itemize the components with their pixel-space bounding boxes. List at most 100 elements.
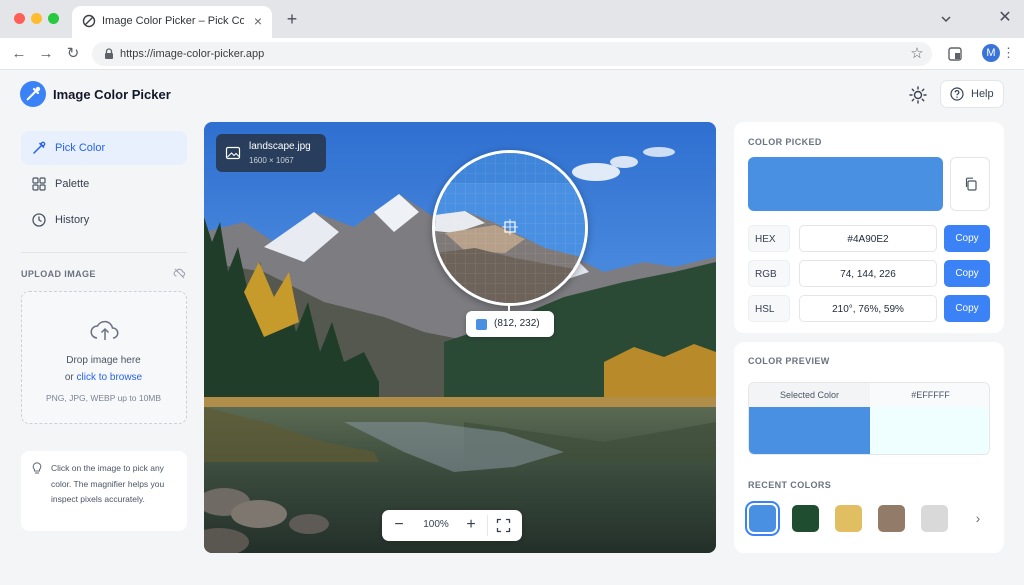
file-info-badge: landscape.jpg 1600 × 1067 [216, 134, 326, 172]
color-picked-card: COLOR PICKED HEX #4A90E2 Copy RGB 74, 14… [734, 122, 1004, 333]
extension-icon[interactable] [946, 45, 964, 63]
app-header: Image Color Picker Help [0, 70, 1024, 120]
browser-menu-icon[interactable]: ⋮ [1002, 44, 1015, 62]
hsl-row: HSL 210°, 76%, 59% Copy [748, 295, 992, 322]
sidebar-item-palette[interactable]: Palette [21, 167, 187, 201]
image-file-icon [225, 146, 241, 160]
url-text: https://image-color-picker.app [120, 48, 265, 60]
browse-link[interactable]: click to browse [77, 372, 143, 383]
zoom-in-icon[interactable]: + [461, 515, 481, 535]
browser-toolbar: ← → ↻ https://image-color-picker.app ☆ M… [0, 38, 1024, 70]
pixel-magnifier [432, 150, 588, 306]
pixel-coordinates-badge: (812, 232) [466, 311, 554, 337]
upload-section-title: UPLOAD IMAGE [21, 269, 96, 279]
color-picked-title: COLOR PICKED [748, 137, 822, 147]
sidebar-item-label: Pick Color [55, 142, 106, 154]
dropzone-or-text: or [64, 372, 74, 383]
hex-row: HEX #4A90E2 Copy [748, 225, 992, 252]
dropzone-title: Drop image here [66, 355, 141, 366]
tab-title: Image Color Picker – Pick Color [102, 15, 244, 27]
forward-arrow-icon[interactable]: → [37, 45, 55, 63]
app-title: Image Color Picker [53, 87, 171, 102]
profile-avatar[interactable]: M [982, 44, 1000, 62]
new-tab-icon[interactable]: + [283, 10, 301, 28]
coordinate-color-swatch [476, 319, 487, 330]
image-canvas[interactable]: landscape.jpg 1600 × 1067 (812, 232) − 1… [204, 122, 716, 553]
tip-text: Click on the image to pick any color. Th… [51, 463, 165, 504]
recent-color-swatch[interactable] [745, 501, 780, 536]
rgb-label: RGB [748, 260, 790, 287]
selected-color-label: Selected Color [749, 383, 870, 407]
hex-label: HEX [748, 225, 790, 252]
picked-color-swatch [748, 157, 943, 211]
file-dimensions: 1600 × 1067 [249, 156, 294, 165]
sidebar-item-pick-color[interactable]: Pick Color [21, 131, 187, 165]
zoom-level: 100% [423, 519, 449, 530]
window-maximize-dot[interactable] [48, 13, 59, 24]
copy-icon [965, 177, 977, 191]
recent-colors-title: RECENT COLORS [748, 480, 832, 490]
browser-tabbar: Image Color Picker – Pick Color × + ✕ [0, 0, 1024, 38]
zoom-out-icon[interactable]: − [389, 515, 409, 535]
rgb-value-field[interactable]: 74, 144, 226 [799, 260, 937, 287]
back-arrow-icon[interactable]: ← [10, 45, 28, 63]
copy-rgb-button[interactable]: Copy [944, 260, 990, 287]
rgb-row: RGB 74, 144, 226 Copy [748, 260, 992, 287]
fullscreen-icon[interactable] [496, 518, 511, 533]
app-logo [20, 81, 46, 107]
site-favicon-icon [82, 14, 96, 28]
reference-color-preview [870, 407, 989, 454]
chevron-right-icon[interactable]: › [970, 510, 986, 526]
cloud-sync-icon[interactable] [173, 267, 186, 280]
file-name: landscape.jpg [249, 141, 311, 152]
hsl-label: HSL [748, 295, 790, 322]
hex-value-field[interactable]: #4A90E2 [799, 225, 937, 252]
sidebar-item-history[interactable]: History [21, 203, 187, 237]
bookmark-star-icon[interactable]: ☆ [908, 45, 926, 63]
copy-color-button[interactable] [950, 157, 990, 211]
magnifier-zoomed-pixels [435, 153, 585, 303]
sidebar-item-label: Palette [55, 178, 90, 190]
sidebar-item-label: History [55, 214, 90, 226]
reference-color-label: #EFFFFF [870, 383, 989, 407]
tab-close-icon[interactable]: × [250, 13, 266, 29]
recent-color-swatch[interactable] [921, 505, 948, 532]
help-button[interactable]: Help [940, 80, 1004, 108]
help-label: Help [971, 88, 994, 100]
tip-card: Click on the image to pick any color. Th… [21, 451, 187, 531]
browser-tab[interactable]: Image Color Picker – Pick Color × [72, 6, 272, 38]
window-minimize-dot[interactable] [31, 13, 42, 24]
lock-icon [105, 48, 113, 59]
color-preview-card: COLOR PREVIEW Selected Color #EFFFFF REC… [734, 342, 1004, 553]
app-root: Image Color Picker Help Pick Color Palet… [0, 70, 1024, 585]
pixel-coordinates: (812, 232) [494, 318, 540, 329]
cloud-upload-icon [90, 320, 119, 340]
upload-dropzone[interactable]: Drop image here or click to browse PNG, … [21, 291, 187, 424]
lightbulb-icon [32, 462, 42, 474]
dropzone-browse-line: or click to browse [22, 372, 185, 383]
address-bar[interactable]: https://image-color-picker.app ☆ [92, 42, 932, 66]
recent-color-swatch[interactable] [878, 505, 905, 532]
zoom-divider [487, 515, 488, 536]
zoom-controls: − 100% + [382, 510, 522, 541]
dropzone-formats: PNG, JPG, WEBP up to 10MB [45, 393, 162, 403]
selected-color-preview [749, 407, 870, 454]
tab-search-chevron-icon[interactable] [938, 11, 954, 27]
help-circle-icon [950, 87, 964, 101]
eyedropper-icon [33, 141, 46, 154]
window-close-icon[interactable]: ✕ [996, 9, 1014, 27]
reload-icon[interactable]: ↻ [64, 45, 82, 63]
copy-hsl-button[interactable]: Copy [944, 295, 990, 322]
copy-hex-button[interactable]: Copy [944, 225, 990, 252]
grid-icon [32, 177, 46, 191]
recent-color-swatch[interactable] [835, 505, 862, 532]
eyedropper-logo-icon [26, 86, 41, 101]
color-preview-title: COLOR PREVIEW [748, 356, 830, 366]
window-close-dot[interactable] [14, 13, 25, 24]
sidebar-divider [21, 252, 187, 253]
hsl-value-field[interactable]: 210°, 76%, 59% [799, 295, 937, 322]
color-preview-box: Selected Color #EFFFFF [748, 382, 990, 455]
recent-color-swatch[interactable] [792, 505, 819, 532]
clock-icon [32, 213, 46, 227]
sun-theme-icon[interactable] [908, 85, 928, 105]
